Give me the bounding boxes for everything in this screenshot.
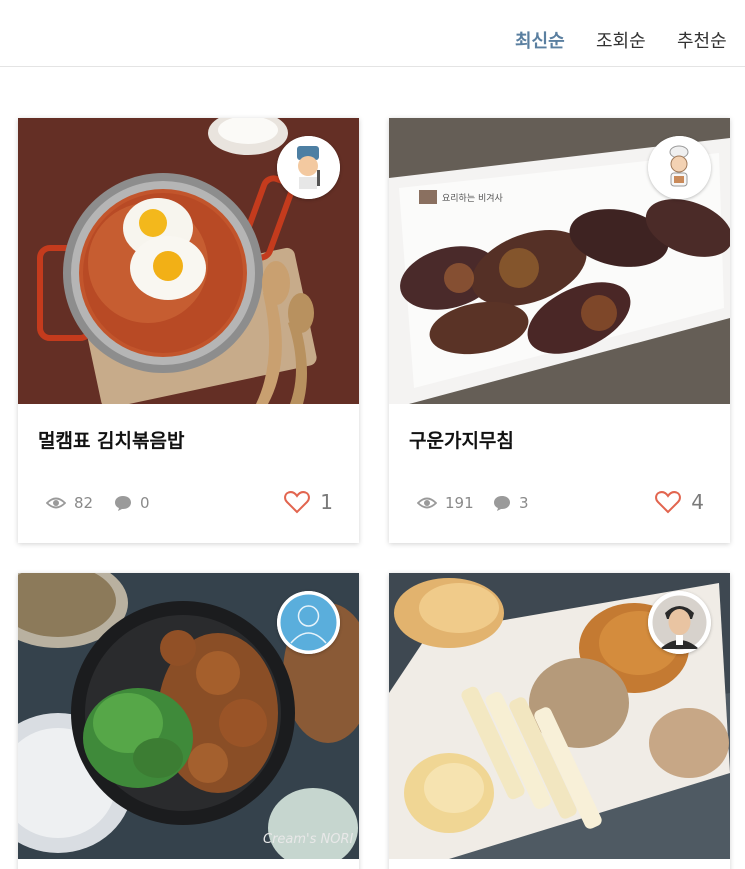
comment-count-value: 0: [140, 494, 150, 512]
comment-count: 3: [493, 494, 529, 512]
tab-latest[interactable]: 최신순: [515, 30, 565, 54]
sort-bar: 최신순 조회순 추천순: [0, 0, 745, 67]
recipe-title[interactable]: 멀캠표 김치볶음밥: [38, 428, 184, 454]
recipe-photo[interactable]: Cream's NORI: [18, 573, 359, 859]
cook-illustration-avatar[interactable]: [648, 136, 711, 199]
recipe-photo[interactable]: [389, 573, 730, 859]
default-user-avatar[interactable]: [277, 591, 340, 654]
recipe-card[interactable]: 요리하는 비겨사 구운가지무침 191 3 4: [389, 118, 730, 543]
comment-bubble-icon: [494, 496, 510, 511]
comment-bubble-icon: [115, 496, 131, 511]
recipe-card[interactable]: [389, 573, 730, 869]
comment-count-value: 3: [519, 494, 529, 512]
chef-photo-avatar[interactable]: [648, 591, 711, 654]
eye-icon: [46, 497, 66, 509]
view-count-value: 82: [74, 494, 94, 512]
view-count-value: 191: [445, 494, 474, 512]
like-button[interactable]: 4: [655, 490, 704, 514]
view-count: 191: [417, 494, 474, 512]
recipe-card[interactable]: Cream's NORI: [18, 573, 359, 869]
heart-icon: [284, 491, 311, 514]
like-button[interactable]: 1: [284, 490, 333, 514]
tab-most-viewed[interactable]: 조회순: [596, 30, 646, 54]
recipe-stats: 82 0 1: [18, 488, 359, 522]
eye-icon: [417, 497, 437, 509]
recipe-photo[interactable]: [18, 118, 359, 404]
recipe-card[interactable]: 멀캠표 김치볶음밥 82 0 1: [18, 118, 359, 543]
chef-illustration-avatar[interactable]: [277, 136, 340, 199]
tab-recommended[interactable]: 추천순: [677, 30, 727, 54]
photo-watermark: Cream's NORI: [263, 832, 354, 847]
recipe-title[interactable]: 구운가지무침: [409, 428, 514, 454]
view-count: 82: [46, 494, 93, 512]
comment-count: 0: [114, 494, 150, 512]
heart-icon: [655, 491, 682, 514]
photo-watermark: 요리하는 비겨사: [442, 193, 504, 204]
like-count: 1: [320, 490, 333, 514]
recipe-stats: 191 3 4: [389, 488, 730, 522]
like-count: 4: [691, 490, 704, 514]
recipe-photo[interactable]: 요리하는 비겨사: [389, 118, 730, 404]
